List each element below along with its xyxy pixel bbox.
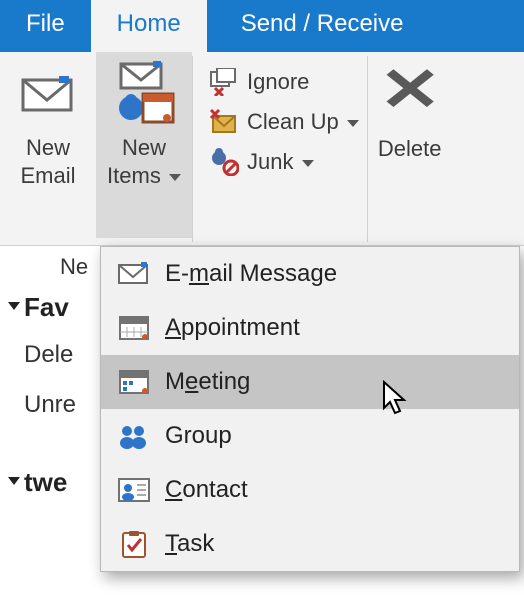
cleanup-label: Clean Up [247, 109, 359, 135]
new-email-label-2: Email [20, 162, 75, 190]
delete-icon: ✕ [378, 66, 441, 114]
menu-label: Appointment [165, 314, 300, 342]
ribbon: New Email New Items Ignore [0, 52, 524, 246]
calendar-meeting-icon [117, 367, 151, 397]
new-email-button[interactable]: New Email [0, 52, 96, 189]
menu-meeting[interactable]: Meeting [101, 355, 519, 409]
group-icon [117, 421, 151, 451]
envelope-icon [13, 58, 83, 130]
new-items-label-1: New [122, 134, 166, 162]
cleanup-group: Ignore Clean Up Junk [193, 52, 367, 182]
expand-icon [8, 302, 20, 310]
new-items-dropdown: E-mail Message Appointment Meeting Group… [100, 246, 520, 572]
tab-send-receive[interactable]: Send / Receive [207, 0, 438, 52]
task-icon [117, 529, 151, 559]
menu-email-message[interactable]: E-mail Message [101, 247, 519, 301]
new-email-label-1: New [26, 134, 70, 162]
menu-label: Task [165, 530, 214, 558]
menu-group[interactable]: Group [101, 409, 519, 463]
ignore-label: Ignore [247, 69, 309, 95]
ribbon-tabstrip: File Home Send / Receive [0, 0, 524, 52]
delete-label: Delete [378, 136, 442, 162]
menu-label: Contact [165, 476, 248, 504]
cleanup-button[interactable]: Clean Up [201, 102, 367, 142]
chevron-down-icon [302, 160, 314, 167]
chevron-down-icon [169, 174, 181, 181]
calendar-icon [117, 313, 151, 343]
cleanup-icon [209, 108, 239, 136]
new-items-icon [109, 58, 179, 130]
chevron-down-icon [347, 120, 359, 127]
tab-home[interactable]: Home [91, 0, 207, 52]
ignore-icon [209, 68, 239, 96]
junk-label: Junk [247, 149, 314, 175]
menu-task[interactable]: Task [101, 517, 519, 571]
menu-label: Group [165, 422, 232, 450]
junk-icon [209, 148, 239, 176]
ignore-button[interactable]: Ignore [201, 62, 367, 102]
new-items-label-2: Items [107, 162, 181, 190]
expand-icon [8, 477, 20, 485]
menu-contact[interactable]: Contact [101, 463, 519, 517]
tab-file[interactable]: File [0, 0, 91, 52]
menu-appointment[interactable]: Appointment [101, 301, 519, 355]
envelope-icon [117, 259, 151, 289]
new-items-button[interactable]: New Items [96, 52, 192, 238]
menu-label: E-mail Message [165, 260, 337, 288]
delete-button[interactable]: ✕ Delete [368, 52, 450, 162]
junk-button[interactable]: Junk [201, 142, 367, 182]
menu-label: Meeting [165, 368, 250, 396]
contact-icon [117, 475, 151, 505]
